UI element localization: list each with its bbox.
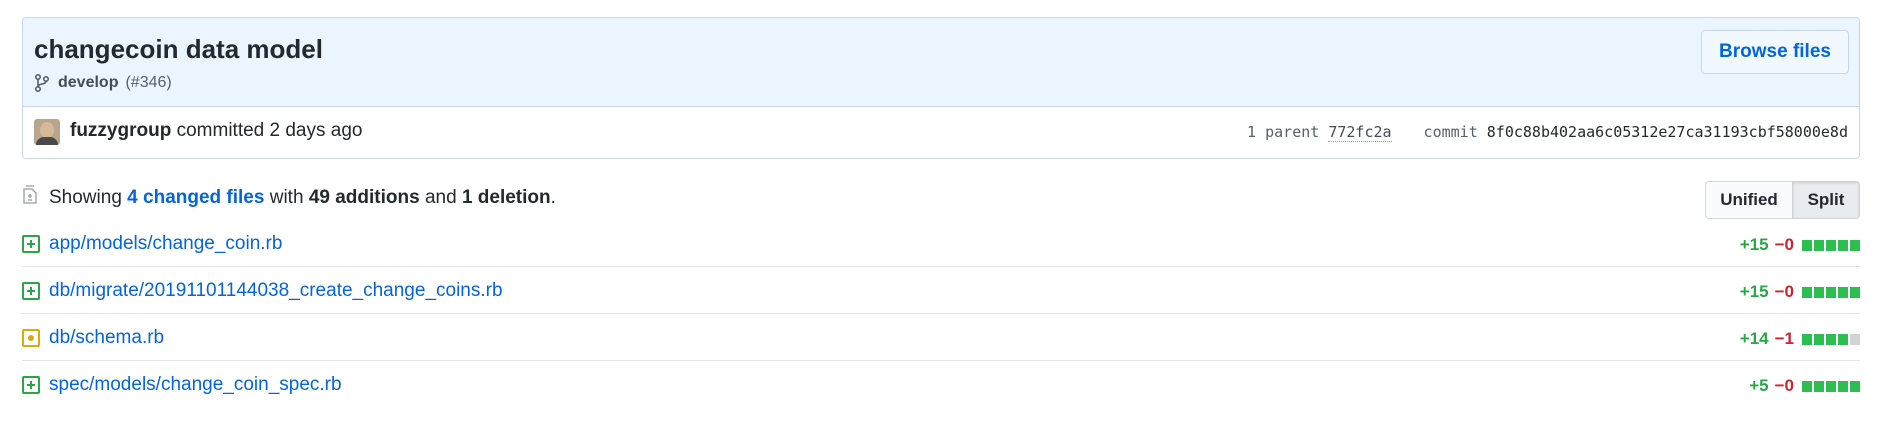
commit-sha: 8f0c88b402aa6c05312e27ca31193cbf58000e8d bbox=[1486, 123, 1848, 141]
file-deletions: −0 bbox=[1774, 235, 1794, 254]
file-name-link[interactable]: db/migrate/20191101144038_create_change_… bbox=[49, 280, 503, 302]
diff-stat-block bbox=[1826, 380, 1836, 392]
file-diff-icon bbox=[23, 185, 37, 204]
diff-stat-block bbox=[1814, 333, 1824, 345]
file-modified-icon bbox=[22, 329, 40, 347]
diff-stat-block bbox=[1838, 286, 1848, 298]
diff-stat-block bbox=[1802, 333, 1812, 345]
diff-stat-block bbox=[1826, 286, 1836, 298]
file-deletions: −0 bbox=[1774, 282, 1794, 301]
file-additions: +15 bbox=[1739, 282, 1769, 301]
diff-stat-block bbox=[1850, 333, 1860, 345]
commit-meta: fuzzygroup committed 2 days ago 1 parent… bbox=[23, 107, 1859, 158]
diff-stat-block bbox=[1814, 380, 1824, 392]
diff-stat-blocks bbox=[1800, 333, 1860, 345]
file-additions: +5 bbox=[1749, 376, 1769, 395]
file-added-icon bbox=[22, 282, 40, 300]
commit-sha-area: 1 parent 772fc2a commit 8f0c88b402aa6c05… bbox=[1247, 123, 1848, 142]
committed-time: committed 2 days ago bbox=[176, 120, 363, 141]
commit-title: changecoin data model bbox=[34, 34, 323, 64]
file-row: db/schema.rb +14 −1 bbox=[22, 314, 1860, 361]
diff-stat-blocks bbox=[1800, 286, 1860, 298]
additions-count: 49 additions bbox=[308, 187, 420, 208]
branch-line: develop (#346) bbox=[34, 73, 172, 93]
diff-stat: +15 −0 bbox=[1740, 282, 1860, 302]
parent-label: 1 parent bbox=[1247, 123, 1320, 141]
diff-stat: +5 −0 bbox=[1749, 376, 1860, 396]
commit-header: changecoin data model develop (#346) Bro… bbox=[23, 18, 1859, 107]
diff-stat-block bbox=[1826, 333, 1836, 345]
diff-stat-block bbox=[1814, 239, 1824, 251]
diff-stat-blocks bbox=[1800, 239, 1860, 251]
file-added-icon bbox=[22, 376, 40, 394]
file-additions: +15 bbox=[1739, 235, 1769, 254]
unified-view-button[interactable]: Unified bbox=[1706, 182, 1793, 218]
author-link[interactable]: fuzzygroup bbox=[70, 120, 171, 141]
browse-files-button[interactable]: Browse files bbox=[1701, 30, 1849, 74]
diff-stat-block bbox=[1802, 380, 1812, 392]
diff-stat-block bbox=[1802, 239, 1812, 251]
commit-label: commit bbox=[1423, 123, 1478, 141]
diff-stat-block bbox=[1814, 286, 1824, 298]
commit-box: changecoin data model develop (#346) Bro… bbox=[22, 17, 1860, 159]
diff-stat: +15 −0 bbox=[1740, 235, 1860, 255]
file-added-icon bbox=[22, 235, 40, 253]
file-deletions: −1 bbox=[1774, 329, 1794, 348]
diff-summary-bar: Showing 4 changed files with 49 addition… bbox=[22, 180, 1860, 220]
diff-stat-block bbox=[1838, 380, 1848, 392]
file-name-link[interactable]: spec/models/change_coin_spec.rb bbox=[49, 374, 342, 396]
file-additions: +14 bbox=[1739, 329, 1769, 348]
parent-sha-link[interactable]: 772fc2a bbox=[1328, 123, 1392, 142]
diff-stat: +14 −1 bbox=[1740, 329, 1860, 349]
author-line: fuzzygroup committed 2 days ago bbox=[70, 120, 362, 142]
diff-stat-blocks bbox=[1800, 380, 1860, 392]
diff-stat-block bbox=[1838, 333, 1848, 345]
git-branch-icon bbox=[34, 73, 50, 93]
file-deletions: −0 bbox=[1774, 376, 1794, 395]
diff-stat-block bbox=[1850, 380, 1860, 392]
diff-stat-block bbox=[1826, 239, 1836, 251]
file-name-link[interactable]: db/schema.rb bbox=[49, 327, 164, 349]
split-view-button[interactable]: Split bbox=[1793, 182, 1859, 218]
file-row: db/migrate/20191101144038_create_change_… bbox=[22, 267, 1860, 314]
diff-stat-block bbox=[1838, 239, 1848, 251]
diff-summary-text: Showing 4 changed files with 49 addition… bbox=[49, 187, 556, 208]
changed-files-link[interactable]: 4 changed files bbox=[127, 187, 264, 208]
deletions-count: 1 deletion bbox=[461, 187, 551, 208]
branch-name-link[interactable]: develop bbox=[58, 74, 118, 92]
file-row: spec/models/change_coin_spec.rb +5 −0 bbox=[22, 361, 1860, 408]
avatar[interactable] bbox=[34, 119, 60, 145]
diff-stat-block bbox=[1850, 286, 1860, 298]
diff-stat-block bbox=[1850, 239, 1860, 251]
changed-files-list: app/models/change_coin.rb +15 −0 db/migr… bbox=[22, 220, 1860, 408]
diff-stat-block bbox=[1802, 286, 1812, 298]
diff-view-toggle: Unified Split bbox=[1705, 181, 1860, 219]
pull-request-ref-link[interactable]: (#346) bbox=[125, 74, 171, 92]
file-name-link[interactable]: app/models/change_coin.rb bbox=[49, 233, 282, 255]
file-row: app/models/change_coin.rb +15 −0 bbox=[22, 220, 1860, 267]
